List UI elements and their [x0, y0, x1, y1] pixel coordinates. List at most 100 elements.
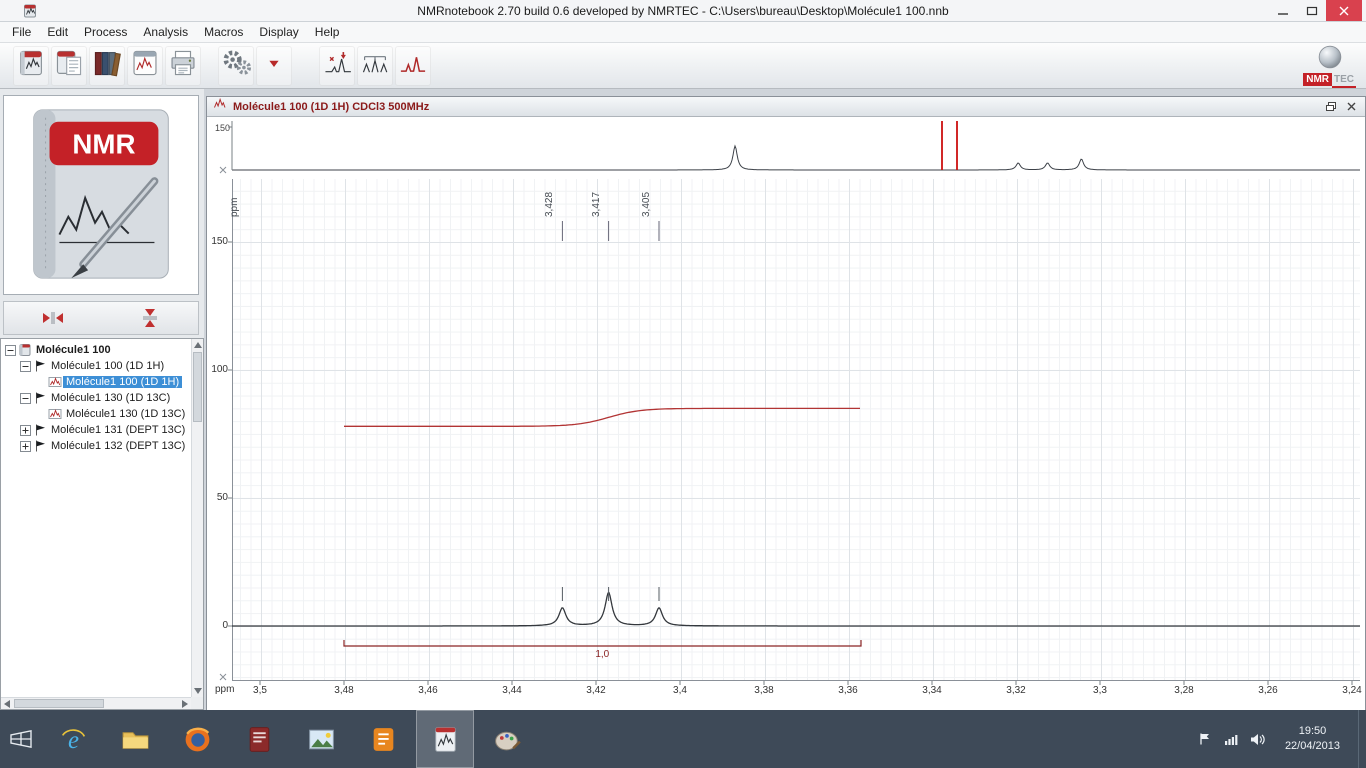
- spectrum-header-icon: [213, 97, 227, 116]
- y-axis-unit-label: ppm: [229, 197, 240, 217]
- tree-horizontal-scrollbar[interactable]: [1, 697, 191, 709]
- expand-icon[interactable]: [19, 440, 32, 452]
- tree-vertical-scrollbar[interactable]: [191, 339, 203, 697]
- menu-item-display[interactable]: Display: [251, 23, 306, 41]
- start-button[interactable]: [0, 710, 42, 768]
- menu-item-file[interactable]: File: [4, 23, 39, 41]
- process-dropdown-icon: [267, 48, 281, 83]
- spectrum-window-header[interactable]: Molécule1 100 (1D 1H) CDCl3 500MHz: [207, 97, 1365, 117]
- scroll-up-button[interactable]: [192, 339, 203, 351]
- peak-picking-icon: [322, 48, 352, 83]
- notifications-flag-icon[interactable]: [1197, 731, 1213, 747]
- flag-icon: [32, 439, 48, 453]
- notebook-tree: Molécule1 100 Molécule1 100 (1D 1H) Molécu…: [0, 338, 204, 710]
- menu-item-macros[interactable]: Macros: [196, 23, 251, 41]
- notebook-spectrum-button[interactable]: [127, 45, 163, 86]
- peak-label: 3,405: [641, 191, 652, 217]
- taskbar-file-explorer-button[interactable]: [106, 710, 164, 768]
- tray-icons: [1197, 731, 1265, 747]
- spectrum-plot-area[interactable]: [232, 179, 1360, 681]
- library-button[interactable]: [89, 45, 125, 86]
- x-axis-label: 3,4: [673, 685, 687, 696]
- network-signal-icon[interactable]: [1223, 731, 1239, 747]
- system-tray: 19:50 22/04/2013: [1197, 710, 1358, 768]
- new-notebook-icon: [16, 48, 46, 83]
- spectrum-display-button[interactable]: [395, 45, 431, 86]
- tree-row[interactable]: Molécule1 130 (1D 13C): [1, 406, 191, 422]
- volume-icon[interactable]: [1249, 731, 1265, 747]
- minimize-button[interactable]: [1268, 0, 1297, 21]
- toolbar-icons: [0, 43, 1366, 88]
- vertical-scrollbar-thumb[interactable]: [193, 352, 202, 422]
- taskbar-firefox-button[interactable]: [168, 710, 226, 768]
- tree-row[interactable]: Molécule1 100: [1, 342, 191, 358]
- close-panel-button[interactable]: [1343, 99, 1359, 114]
- scroll-down-button[interactable]: [192, 685, 203, 697]
- tree-item-label: Molécule1 100: [36, 344, 111, 356]
- expand-icon[interactable]: [19, 424, 32, 436]
- x-axis-label: 3,38: [754, 685, 774, 696]
- maximize-button[interactable]: [1297, 0, 1326, 21]
- menu-item-help[interactable]: Help: [307, 23, 348, 41]
- contract-vertical-button[interactable]: [133, 305, 167, 331]
- scroll-right-button[interactable]: [179, 698, 191, 710]
- collapse-icon[interactable]: [19, 360, 32, 372]
- taskbar-internet-explorer-button[interactable]: e: [44, 710, 102, 768]
- taskbar-clock[interactable]: 19:50 22/04/2013: [1277, 724, 1348, 754]
- tree-item-label: Molécule1 130 (1D 13C): [66, 408, 186, 420]
- clock-date: 22/04/2013: [1284, 740, 1340, 752]
- firefox-icon: [185, 727, 209, 751]
- internet-explorer-icon: e: [61, 726, 85, 753]
- contract-toolbar: [3, 301, 199, 335]
- tree-row[interactable]: Molécule1 131 (DEPT 13C): [1, 422, 191, 438]
- y-axis-label: 0: [222, 620, 228, 631]
- logo-nmr: NMR: [1303, 73, 1332, 86]
- taskbar: e 19:50 22/04/2013: [0, 710, 1366, 768]
- collapse-icon[interactable]: [19, 392, 32, 404]
- horizontal-scrollbar-thumb[interactable]: [14, 699, 104, 708]
- tree-row[interactable]: Molécule1 132 (DEPT 13C): [1, 438, 191, 454]
- taskbar-apps: e: [42, 710, 538, 768]
- multiplet-analysis-button[interactable]: [357, 45, 393, 86]
- menu-item-analysis[interactable]: Analysis: [135, 23, 196, 41]
- nmr-book-illustration: NMR: [4, 96, 198, 294]
- process-dropdown-button[interactable]: [256, 45, 292, 86]
- restore-panel-button[interactable]: [1323, 99, 1339, 114]
- toolbar: NMR TEC: [0, 43, 1366, 89]
- process-gears-button[interactable]: [218, 45, 254, 86]
- menu-item-process[interactable]: Process: [76, 23, 135, 41]
- x-axis-label: 3,36: [838, 685, 858, 696]
- x-axis-label: 3,42: [586, 685, 606, 696]
- tree-item-label: Molécule1 100 (1D 1H): [63, 376, 183, 388]
- x-axis-label: 3,24: [1342, 685, 1362, 696]
- show-desktop-button[interactable]: [1358, 710, 1366, 768]
- open-notebook-button[interactable]: [51, 45, 87, 86]
- left-panel: NMR Molécule1 100 Molécule1 100 (1D 1H) Mo…: [0, 89, 204, 710]
- contract-horizontal-button[interactable]: [36, 305, 70, 331]
- logo-tec: TEC: [1332, 73, 1356, 88]
- tree-row[interactable]: Molécule1 100 (1D 1H): [1, 374, 191, 390]
- tree-row[interactable]: Molécule1 130 (1D 13C): [1, 390, 191, 406]
- peak-picking-button[interactable]: [319, 45, 355, 86]
- taskbar-document-viewer-button[interactable]: [230, 710, 288, 768]
- scroll-left-button[interactable]: [1, 698, 13, 710]
- close-button[interactable]: [1326, 0, 1362, 21]
- window-titlebar: NMRnotebook 2.70 build 0.6 developed by …: [0, 0, 1366, 22]
- new-notebook-button[interactable]: [13, 45, 49, 86]
- app-icon: [22, 3, 38, 19]
- taskbar-nmrnotebook-button[interactable]: [416, 710, 474, 768]
- nmrnotebook-logo: NMR: [3, 95, 199, 295]
- taskbar-notes-app-button[interactable]: [354, 710, 412, 768]
- collapse-icon[interactable]: [4, 344, 17, 356]
- spectrum-title: Molécule1 100 (1D 1H) CDCl3 500MHz: [233, 100, 430, 113]
- spectrum-icon: [47, 407, 63, 421]
- notebook-icon: [17, 343, 33, 357]
- menu-item-edit[interactable]: Edit: [39, 23, 76, 41]
- taskbar-paint-app-button[interactable]: [478, 710, 536, 768]
- clock-time: 19:50: [1298, 725, 1327, 738]
- taskbar-image-viewer-button[interactable]: [292, 710, 350, 768]
- application-window: NMRnotebook 2.70 build 0.6 developed by …: [0, 0, 1366, 768]
- print-button[interactable]: [165, 45, 201, 86]
- tree-row[interactable]: Molécule1 100 (1D 1H): [1, 358, 191, 374]
- y-axis-label: 100: [211, 364, 228, 375]
